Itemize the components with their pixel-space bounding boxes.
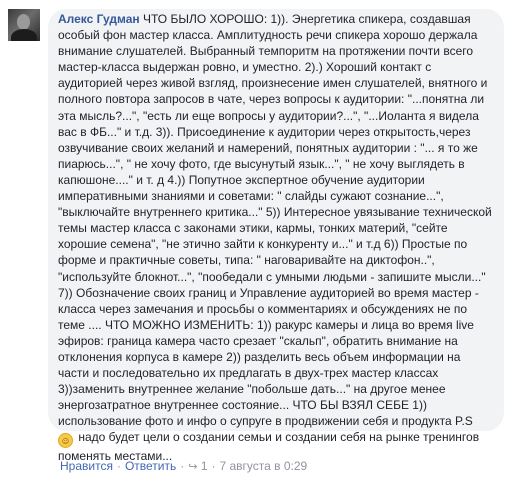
comment-actions: Нравится · Ответить · ↪ 1 · 7 августа в 0:29 (60, 459, 307, 473)
author-name[interactable]: Алекс Гудман (58, 12, 140, 26)
reaction-count[interactable]: 1 (201, 459, 208, 473)
separator-dot: · (211, 459, 216, 473)
avatar-face (17, 14, 30, 30)
comment: Алекс Гудман ЧТО БЫЛО ХОРОШО: 1)). Энерг… (0, 0, 510, 478)
replies-icon[interactable]: ↪ (188, 460, 197, 473)
timestamp[interactable]: 7 августа в 0:29 (220, 459, 308, 473)
separator-dot: · (180, 459, 185, 473)
avatar[interactable] (8, 9, 40, 41)
smiley-emoji-icon: ☺ (58, 433, 73, 449)
reply-button[interactable]: Ответить (125, 459, 176, 473)
comment-body: ЧТО БЫЛО ХОРОШО: 1)). Энергетика спикера… (58, 12, 492, 429)
like-button[interactable]: Нравится (60, 459, 113, 473)
comment-text: Алекс Гудман ЧТО БЫЛО ХОРОШО: 1)). Энерг… (58, 11, 502, 465)
avatar-shoulders (11, 29, 37, 41)
separator-dot: · (116, 459, 121, 473)
